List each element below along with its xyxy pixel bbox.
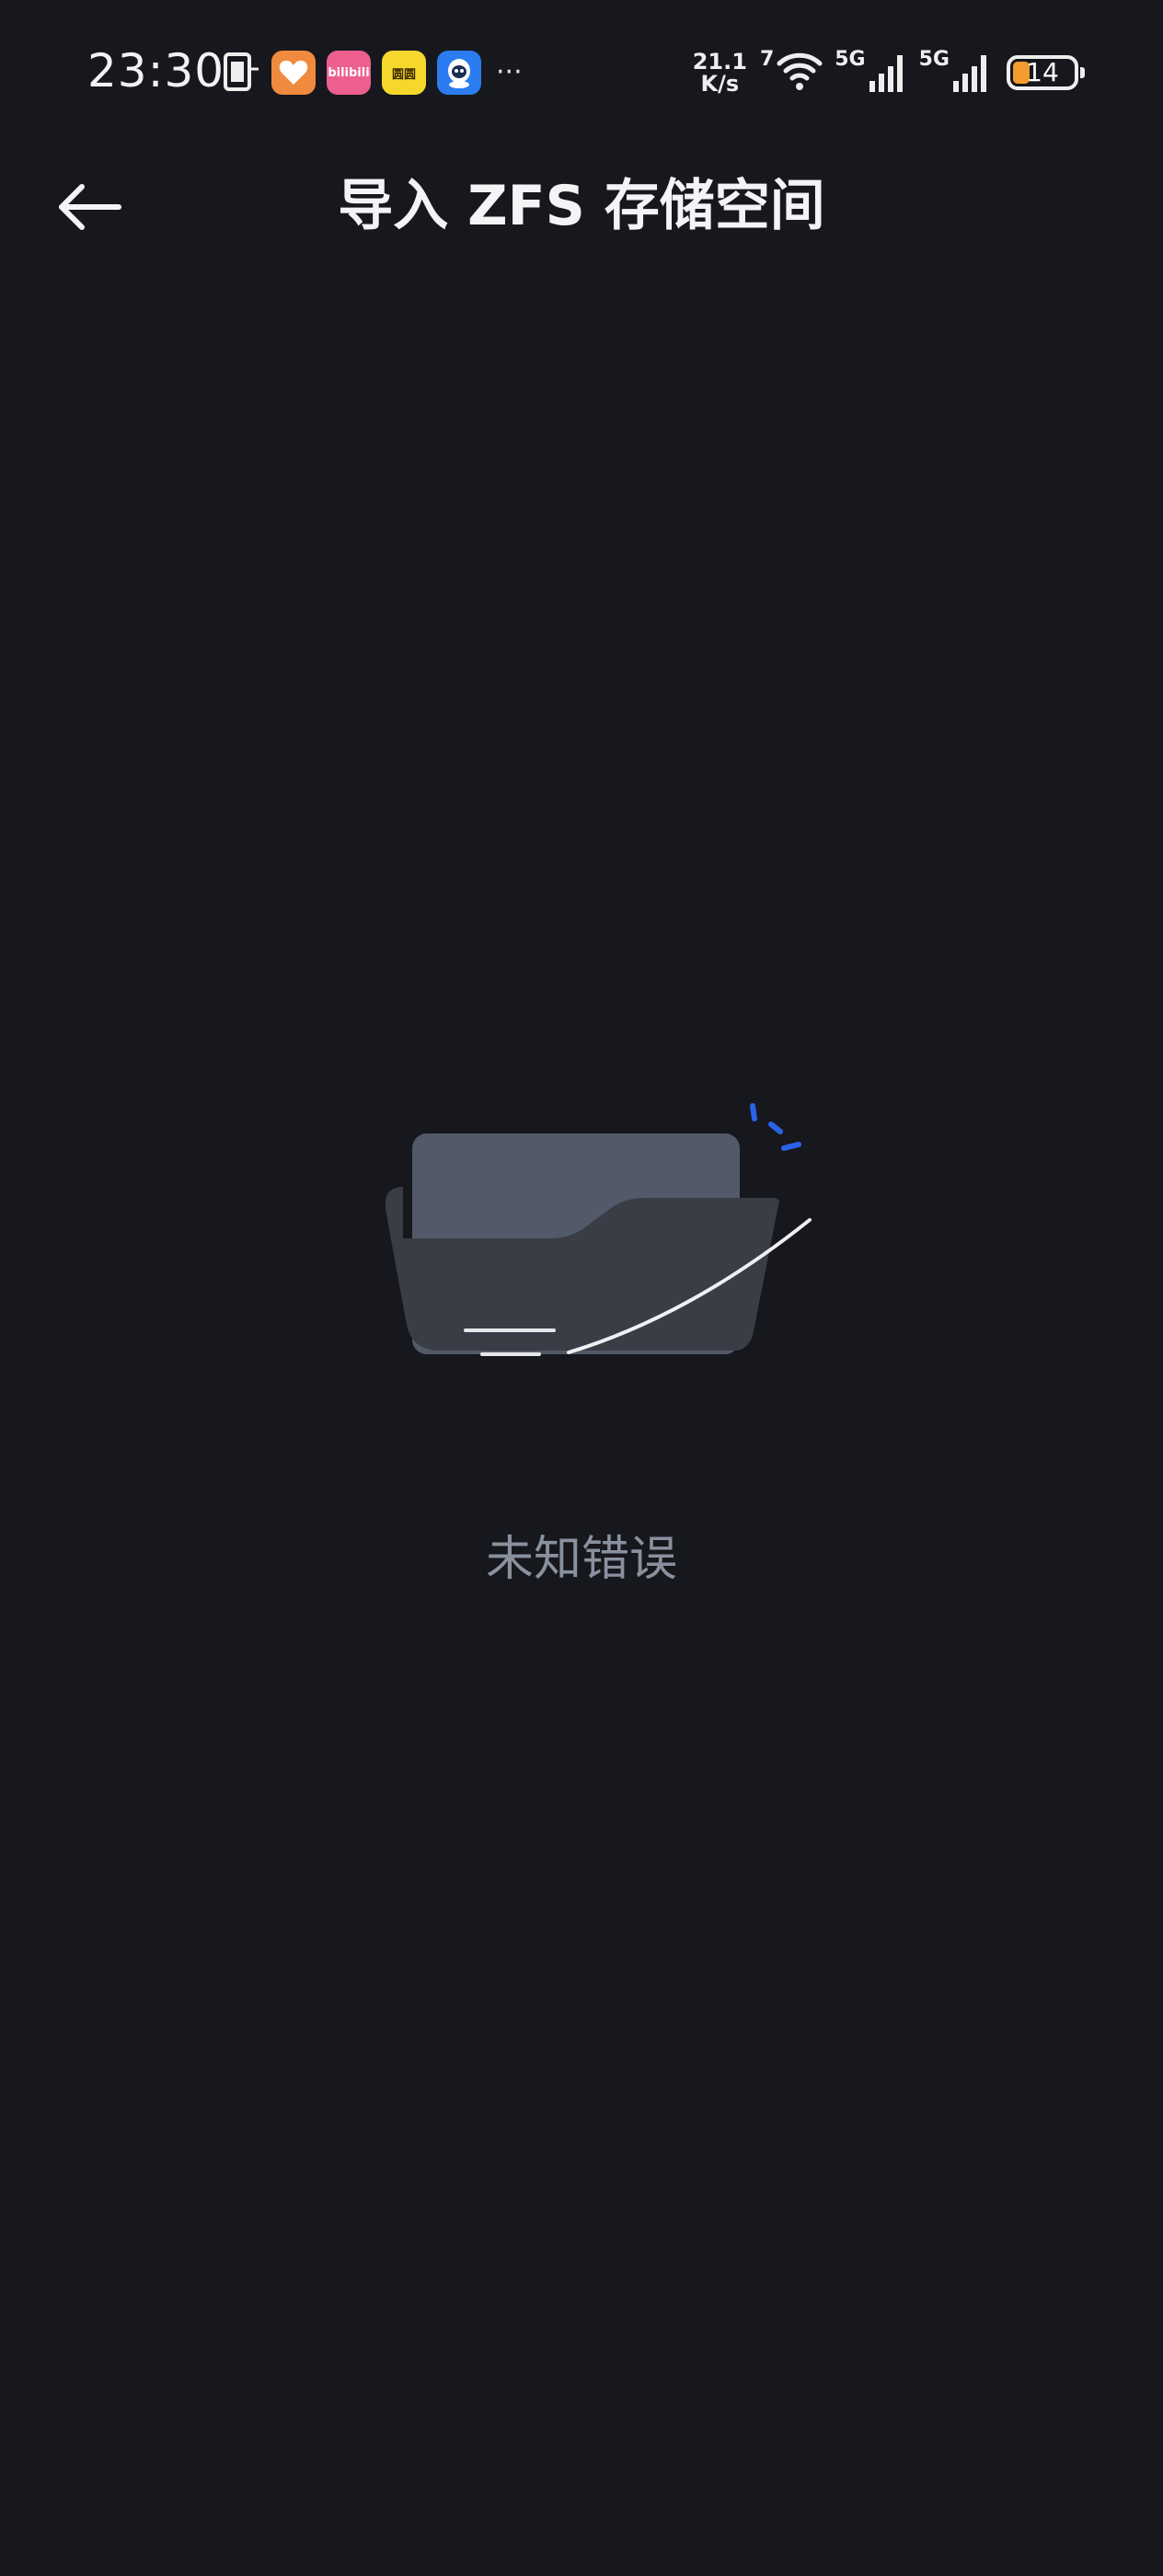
wifi-icon: [776, 49, 823, 97]
battery-icon: 14: [1007, 55, 1085, 90]
signal-1-icon: [868, 50, 908, 96]
error-message: 未知错误: [485, 1532, 677, 1587]
signal-2-label: 5G: [918, 48, 950, 71]
page-title: 导入 ZFS 存储空间: [338, 174, 825, 238]
accent-dash-1: [750, 1103, 757, 1121]
app-header: 导入 ZFS 存储空间: [0, 147, 1163, 267]
notification-icons: bilibili 圆圆 ···: [218, 48, 534, 98]
more-notifications-icon: ···: [496, 56, 523, 88]
status-time: 23:30: [87, 44, 225, 98]
yellow-app-icon: 圆圆: [382, 51, 426, 95]
signal-1-label: 5G: [835, 48, 866, 71]
empty-folder-icon: [368, 1076, 828, 1444]
qq-icon: [437, 51, 481, 95]
network-speed: 21.1 K/s: [693, 51, 747, 95]
heart-app-icon: [271, 51, 316, 95]
wifi-label: 7: [759, 48, 775, 71]
accent-dash-3: [781, 1142, 801, 1151]
bilibili-icon: bilibili: [327, 51, 371, 95]
status-bar: 23:30 bilibili 圆圆 ··· 21.1 K/s 7 5G 5G 1…: [0, 0, 1163, 147]
network-speed-value: 21.1: [692, 49, 747, 75]
network-speed-unit: K/s: [700, 71, 740, 97]
accent-dash-2: [768, 1121, 783, 1134]
battery-tip: [1080, 67, 1085, 78]
phone-icon: [218, 49, 260, 97]
battery-level: 14: [1026, 57, 1059, 87]
signal-2-icon: [951, 50, 992, 96]
system-icons: 21.1 K/s 7 5G 5G 14: [682, 44, 1085, 101]
